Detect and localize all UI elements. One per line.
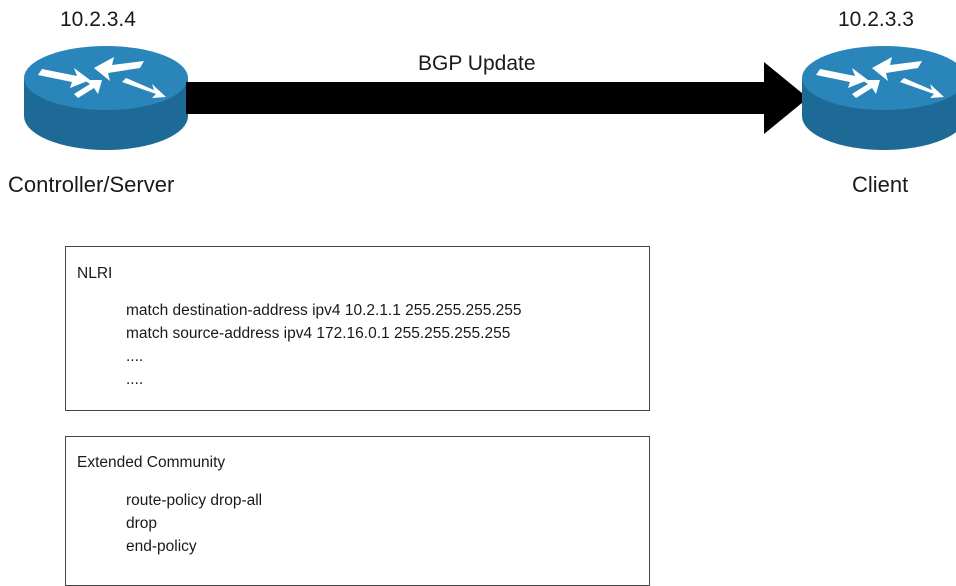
router-icon bbox=[802, 46, 956, 150]
nlri-lines: match destination-address ipv4 10.2.1.1 … bbox=[126, 299, 522, 391]
right-node-label: Client bbox=[852, 172, 909, 197]
bgp-update-arrow bbox=[186, 62, 808, 134]
extended-community-lines: route-policy drop-all drop end-policy bbox=[126, 489, 262, 558]
nlri-line: .... bbox=[126, 371, 144, 388]
router-icon bbox=[24, 46, 188, 150]
community-line: end-policy bbox=[126, 538, 197, 555]
nlri-title: NLRI bbox=[77, 265, 113, 282]
nlri-box: NLRI match destination-address ipv4 10.2… bbox=[65, 246, 650, 411]
right-node-ip: 10.2.3.3 bbox=[838, 8, 914, 31]
left-node-ip: 10.2.3.4 bbox=[60, 8, 136, 31]
extended-community-box: Extended Community route-policy drop-all… bbox=[65, 436, 650, 586]
nlri-line: match destination-address ipv4 10.2.1.1 … bbox=[126, 302, 522, 319]
nlri-line: .... bbox=[126, 348, 144, 365]
extended-community-title: Extended Community bbox=[77, 454, 226, 471]
community-line: drop bbox=[126, 515, 158, 532]
community-line: route-policy drop-all bbox=[126, 492, 263, 509]
nlri-line: match source-address ipv4 172.16.0.1 255… bbox=[126, 325, 511, 342]
left-node-label: Controller/Server bbox=[8, 172, 175, 197]
